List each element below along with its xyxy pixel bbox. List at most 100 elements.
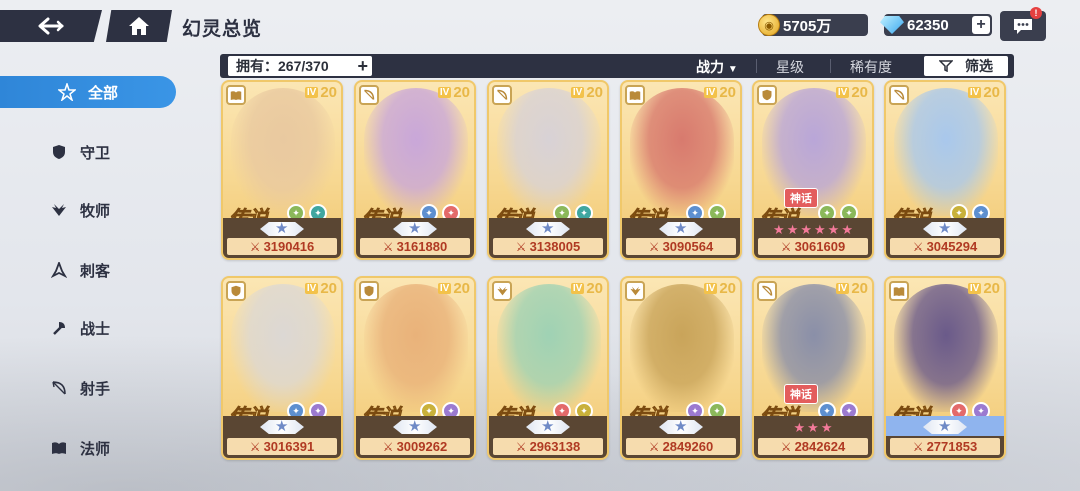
- sidebar-item-label: 牧师: [80, 202, 111, 220]
- page-title: 幻灵总览: [182, 19, 263, 40]
- home-icon: [129, 17, 149, 35]
- hero-portrait: [497, 88, 601, 216]
- owned-count[interactable]: 拥有：267/370 +: [228, 56, 372, 76]
- top-bar: 幻灵总览 ◉ 5705万 62350 + !: [0, 0, 1080, 48]
- hero-card[interactable]: IV20传说✦✦⚔3161880: [354, 80, 476, 260]
- star-rating: [489, 220, 607, 238]
- crossed-swords-icon: ⚔: [515, 239, 527, 254]
- bow-icon: [889, 85, 909, 105]
- star-rating: [886, 220, 1004, 238]
- sidebar-item-label: 战士: [80, 320, 111, 338]
- hero-portrait: [231, 88, 335, 216]
- pink-star-icon: ★: [827, 221, 840, 237]
- level-value: 20: [719, 280, 736, 297]
- hero-card[interactable]: IV20传说✦✦⚔3138005: [487, 80, 609, 260]
- star-rating: ★ ★ ★ ★ ★ ★: [754, 220, 872, 238]
- card-footer: ⚔3190416: [223, 218, 341, 258]
- winged-star-emblem-icon: [260, 420, 304, 434]
- crossed-swords-icon: ⚔: [515, 439, 527, 454]
- level-value: 20: [851, 280, 868, 297]
- sort-by-star[interactable]: 星级: [776, 57, 804, 77]
- hero-portrait: [497, 284, 601, 412]
- sidebar-item-priest[interactable]: 牧师: [50, 194, 180, 226]
- level-value: 20: [586, 84, 603, 101]
- star-rating: [622, 418, 740, 436]
- hero-level: IV 20: [304, 84, 337, 101]
- sidebar-item-label: 全部: [88, 84, 119, 102]
- crossed-swords-icon: ⚔: [382, 439, 394, 454]
- sidebar-item-warrior[interactable]: 战士: [50, 312, 180, 344]
- expand-capacity-icon[interactable]: +: [357, 56, 368, 77]
- shield-icon: [226, 281, 246, 301]
- star-rating: [886, 418, 1004, 436]
- hero-level: IV 20: [570, 84, 603, 101]
- bow-icon: [757, 281, 777, 301]
- hero-card[interactable]: IV20神话传说✦✦★★★★★★⚔3061609: [752, 80, 874, 260]
- home-button[interactable]: [106, 10, 172, 42]
- sort-by-rarity[interactable]: 稀有度: [850, 57, 892, 77]
- hero-portrait: [630, 284, 734, 412]
- bow-icon: [492, 85, 512, 105]
- shield-icon: [50, 143, 68, 161]
- back-arrow-icon: [38, 17, 64, 35]
- pink-star-icon: ★: [807, 419, 819, 435]
- combat-power: ⚔ 2963138: [493, 438, 603, 455]
- hero-level: IV 20: [304, 280, 337, 297]
- hero-card[interactable]: IV20传说✦✦⚔3045294: [884, 80, 1006, 260]
- tier-badge: IV: [437, 283, 452, 294]
- card-footer: ⚔2963138: [489, 416, 607, 458]
- winged-star-emblem-icon: [393, 222, 437, 236]
- combat-power-value: 3016391: [263, 439, 315, 454]
- filter-button[interactable]: 筛选: [924, 56, 1008, 76]
- level-value: 20: [320, 280, 337, 297]
- hero-portrait: [231, 284, 335, 412]
- combat-power: ⚔ 3016391: [227, 438, 337, 455]
- hero-card[interactable]: IV20传说✦✦⚔2963138: [487, 276, 609, 460]
- star-rating: [489, 418, 607, 436]
- gem-amount: 62350: [907, 16, 949, 34]
- sidebar-item-guardian[interactable]: 守卫: [50, 136, 180, 168]
- combat-power: ⚔ 2842624: [758, 438, 868, 455]
- hero-card[interactable]: IV20传说✦✦⚔3190416: [221, 80, 343, 260]
- chat-button[interactable]: !: [1000, 7, 1046, 41]
- hero-card[interactable]: IV20传说✦✦⚔3009262: [354, 276, 476, 460]
- level-value: 20: [983, 84, 1000, 101]
- hero-card[interactable]: IV20传说✦✦⚔3016391: [221, 276, 343, 460]
- level-value: 20: [453, 84, 470, 101]
- level-value: 20: [851, 84, 868, 101]
- sidebar-item-assassin[interactable]: 刺客: [50, 254, 180, 286]
- combat-power-value: 2771853: [926, 439, 978, 454]
- add-gems-button[interactable]: +: [972, 16, 990, 34]
- hero-level: IV 20: [835, 84, 868, 101]
- hero-card[interactable]: IV20传说✦✦⚔3090564: [620, 80, 742, 260]
- crossed-swords-icon: ⚔: [249, 439, 261, 454]
- combat-power: ⚔ 3009262: [360, 438, 470, 455]
- sidebar-item-archer[interactable]: 射手: [50, 372, 180, 404]
- hero-card[interactable]: IV20传说✦✦⚔2771853: [884, 276, 1006, 460]
- hero-level: IV 20: [835, 280, 868, 297]
- card-footer: ⚔3090564: [622, 218, 740, 258]
- star-rating: [356, 220, 474, 238]
- filter-icon: [939, 60, 953, 72]
- divider: [830, 59, 831, 73]
- crossed-swords-icon: ⚔: [648, 439, 660, 454]
- shield-icon: [359, 281, 379, 301]
- winged-star-emblem-icon: [923, 222, 967, 236]
- combat-power: ⚔ 3161880: [360, 238, 470, 255]
- sort-by-power[interactable]: 战力 ▼: [696, 57, 738, 77]
- tier-badge: IV: [835, 283, 850, 294]
- tier-badge: IV: [835, 87, 850, 98]
- back-button[interactable]: [0, 10, 102, 42]
- hero-card[interactable]: IV20神话传说✦✦★★★⚔2842624: [752, 276, 874, 460]
- book-icon: [50, 439, 68, 457]
- dropdown-triangle-icon: ▼: [727, 64, 738, 75]
- hero-card[interactable]: IV20传说✦✦⚔2849260: [620, 276, 742, 460]
- crossed-swords-icon: ⚔: [912, 239, 924, 254]
- sidebar-item-all[interactable]: 全部: [0, 76, 176, 108]
- book-icon: [226, 85, 246, 105]
- sidebar-item-mage[interactable]: 法师: [50, 432, 180, 464]
- combat-power: ⚔ 3090564: [626, 238, 736, 255]
- star-rating: [622, 220, 740, 238]
- chat-bubble-icon: [1014, 19, 1032, 34]
- gold-amount: 5705万: [783, 17, 832, 35]
